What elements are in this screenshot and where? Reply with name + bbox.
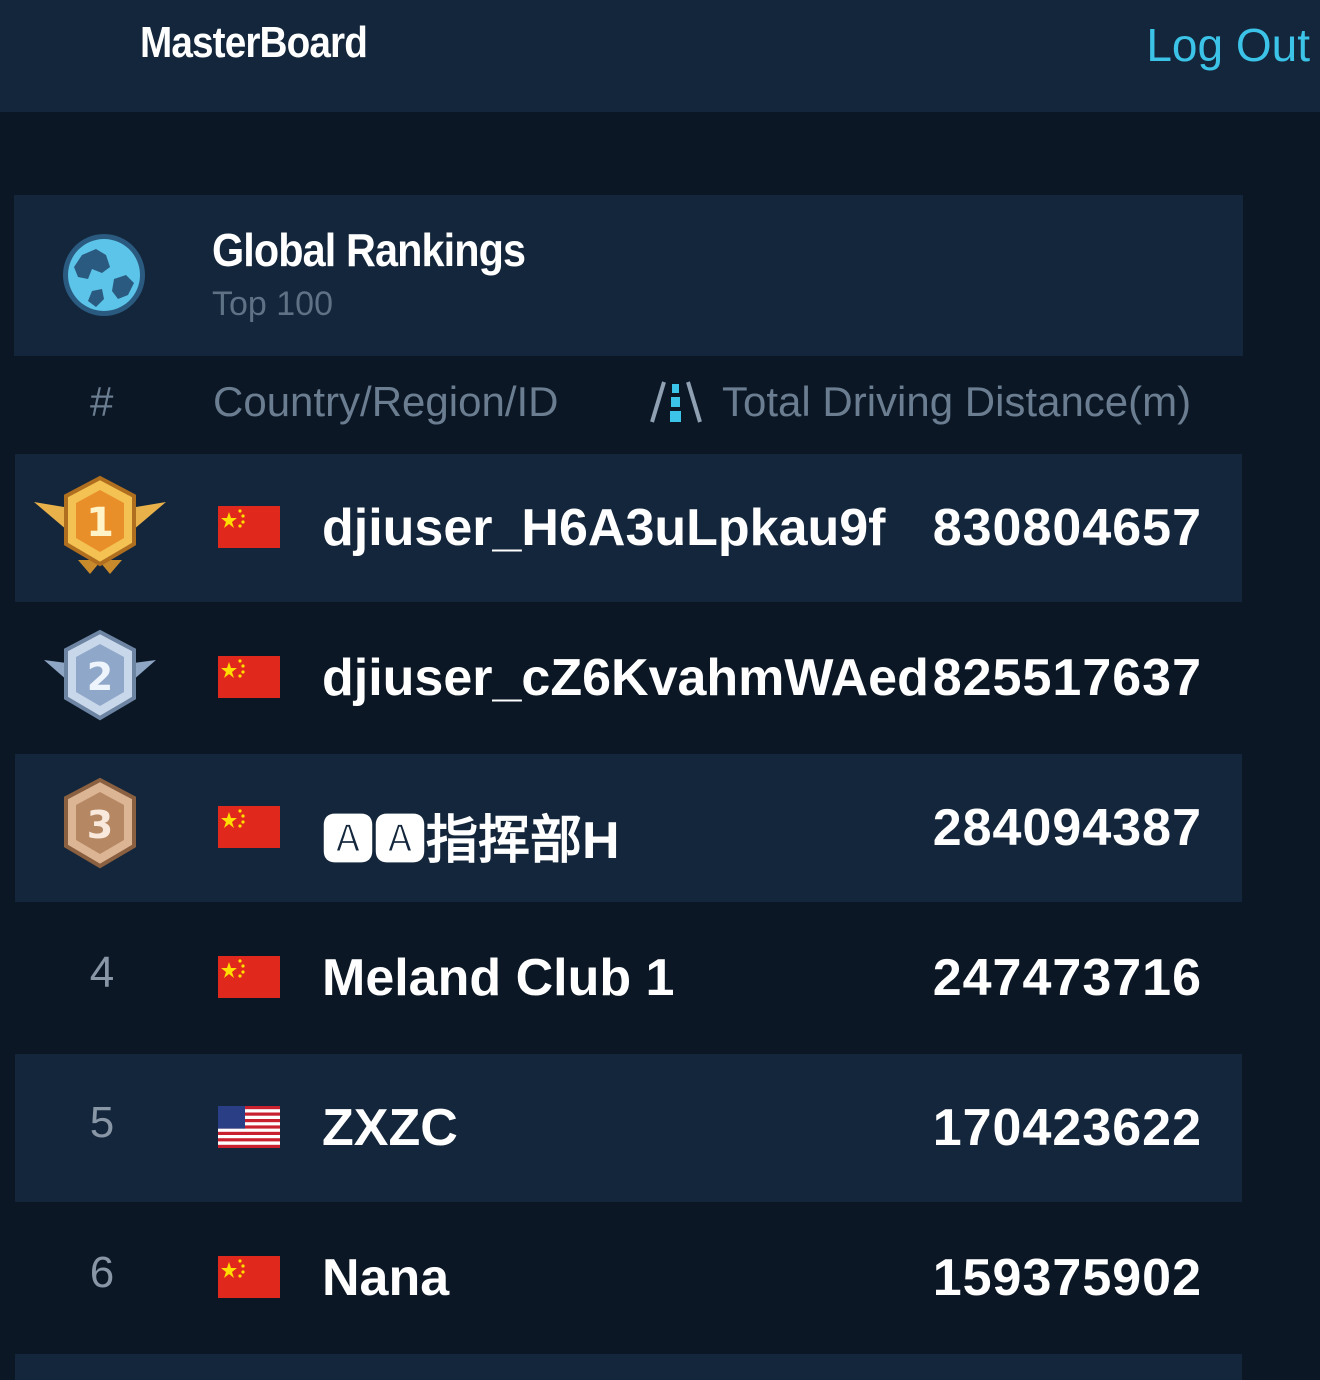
country-flag-china [218,1256,280,1298]
app-title: MasterBoard [140,18,368,67]
rankings-title: Global Rankings [212,224,526,276]
rank-number: 4 [89,948,115,997]
rankings-subtitle: Top 100 [212,285,333,323]
ranking-header-card: Global Rankings Top 100 [14,195,1243,356]
distance-column-header: Total Driving Distance(m) [722,378,1192,425]
driving-distance: 284094387 [932,799,1202,857]
player-name: djiuser_cZ6KvahmWAed [322,649,929,707]
globe-icon [63,234,145,316]
player-name: ZXZC [322,1099,458,1157]
player-name: Meland Club 1 [322,949,675,1007]
driving-distance: 170423622 [932,1099,1202,1157]
identity-column-header: Country/Region/ID [213,378,559,425]
country-flag-china [218,956,280,998]
logout-button[interactable]: Log Out [1146,18,1310,72]
ranking-row[interactable]: 2 djiuser_cZ6KvahmWAed 825517637 [15,604,1242,752]
gold-medal-icon: 1 [34,475,166,574]
country-flag-china [218,806,280,848]
country-flag-china [218,656,280,698]
player-name: djiuser_H6A3uLpkau9f [322,499,886,557]
driving-distance: 830804657 [932,499,1202,557]
driving-distance: 159375902 [932,1249,1202,1307]
ranking-row[interactable]: 3 🅰🅰指挥部H 284094387 [15,754,1242,902]
svg-text:1: 1 [86,500,114,546]
rank-column-header: # [90,378,114,425]
ranking-row[interactable]: 5 ZXZC 170423622 [15,1054,1242,1202]
bronze-medal-icon: 3 [64,777,136,869]
player-name: 🅰🅰指挥部H [322,812,620,870]
ranking-row[interactable]: 4 Meland Club 1 247473716 [15,904,1242,1052]
driving-distance: 247473716 [932,949,1202,1007]
svg-text:3: 3 [87,803,113,847]
svg-text:2: 2 [87,655,113,699]
rank-number: 6 [89,1248,115,1297]
silver-medal-icon: 2 [44,629,156,721]
country-flag-usa [218,1106,280,1148]
player-name: Nana [322,1249,450,1307]
road-icon [650,381,702,423]
rank-number: 5 [89,1098,115,1147]
top-bar: MasterBoard Log Out [0,0,1320,112]
country-flag-china [218,506,280,548]
ranking-row[interactable]: 6 Nana 159375902 [15,1204,1242,1352]
driving-distance: 825517637 [932,649,1202,707]
ranking-row[interactable]: 1 djiuser_H6A3uLpkau9f 830804657 [15,454,1242,602]
ranking-row[interactable] [15,1354,1242,1380]
